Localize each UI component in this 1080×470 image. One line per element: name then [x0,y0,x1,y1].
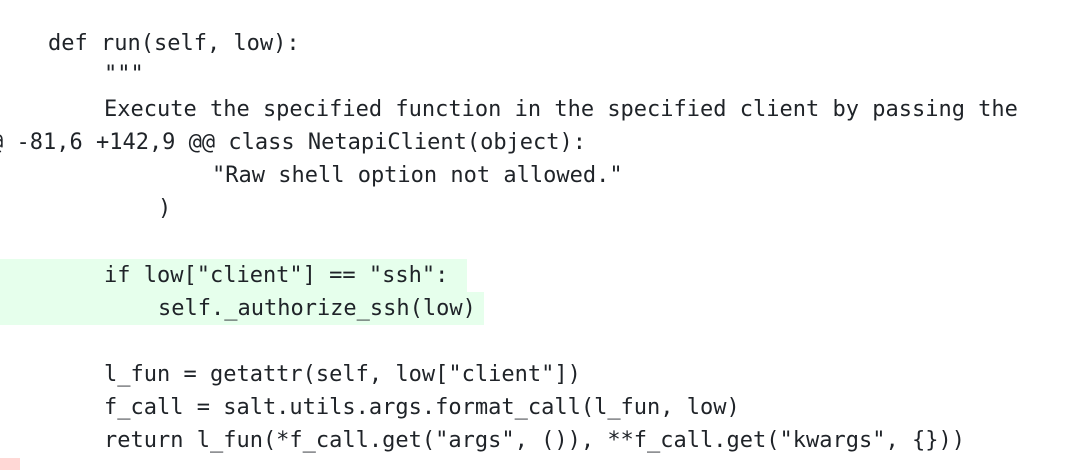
code-line-text: def run(self, low): [48,31,300,56]
code-line: ) [0,192,180,225]
code-line: l_fun = getattr(self, low["client"]) [0,358,620,391]
code-line: return l_fun(*f_call.get("args", ()), **… [0,424,1060,457]
added-line: if low["client"] == "ssh": [0,259,467,292]
code-line: """ [0,58,160,91]
code-line: "Raw shell option not allowed." [0,159,690,192]
code-line-text: l_fun = getattr(self, low["client"]) [104,362,581,387]
code-line-text: "Raw shell option not allowed." [212,163,623,188]
diff-view: def run(self, low): """ Execute the spec… [0,0,1080,470]
code-line-text: return l_fun(*f_call.get("args", ()), **… [104,428,965,453]
code-line-text: f_call = salt.utils.args.format_call(l_f… [104,395,740,420]
code-line: def run(self, low): [0,27,310,60]
added-line-text: if low["client"] == "ssh": [104,263,449,288]
added-line: self._authorize_ssh(low) [0,292,484,325]
hunk-header: @ -81,6 +142,9 @@ class NetapiClient(obj… [0,126,660,159]
code-line-text: ) [158,196,172,221]
removed-line-marker [0,458,20,470]
hunk-header-text: @ -81,6 +142,9 @@ class NetapiClient(obj… [0,130,587,155]
code-line: Execute the specified function in the sp… [0,93,1080,126]
code-line-text: """ [104,62,144,87]
code-line-text: Execute the specified function in the sp… [104,97,1018,122]
added-line-text: self._authorize_ssh(low) [158,296,476,321]
code-line: f_call = salt.utils.args.format_call(l_f… [0,391,800,424]
